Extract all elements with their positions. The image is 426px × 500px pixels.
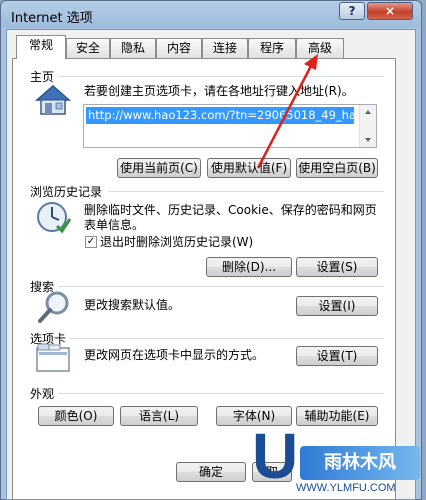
- watermark-url: WWW.YLMFU.COM: [296, 482, 396, 494]
- watermark-u-glyph: U: [252, 420, 299, 492]
- divider: [70, 338, 384, 339]
- delete-on-exit-checkbox[interactable]: ✓: [85, 236, 97, 248]
- tabs-window-icon: [36, 343, 70, 372]
- use-current-button[interactable]: 使用当前页(C): [117, 158, 201, 178]
- tab-security[interactable]: 安全: [66, 38, 110, 58]
- tab-content[interactable]: 内容: [156, 38, 202, 58]
- home-url-text: http://www.hao123.com/?tn=29065018_49_ha…: [86, 107, 354, 124]
- watermark-logo: 雨林木风: [300, 446, 420, 480]
- search-description: 更改搜索默认值。: [84, 298, 181, 312]
- divider: [58, 286, 384, 287]
- languages-button[interactable]: 语言(L): [120, 406, 198, 426]
- house-icon: [35, 85, 71, 115]
- divider: [108, 191, 384, 192]
- close-button[interactable]: ×: [367, 2, 413, 20]
- home-heading: 主页: [30, 70, 55, 84]
- history-clock-icon: [37, 202, 71, 234]
- accessibility-button[interactable]: 辅助功能(E): [296, 406, 378, 426]
- magnifier-icon: [38, 291, 69, 323]
- search-settings-button[interactable]: 设置(I): [296, 296, 378, 316]
- tab-advanced[interactable]: 高级: [296, 38, 344, 58]
- history-heading: 浏览历史记录: [30, 185, 103, 199]
- tab-general[interactable]: 常规: [16, 35, 66, 59]
- history-settings-button[interactable]: 设置(S): [296, 257, 378, 277]
- use-default-button[interactable]: 使用默认值(F): [207, 158, 291, 178]
- tabs-description: 更改网页在选项卡中显示的方式。: [84, 348, 265, 362]
- history-description-line2: 表单信息。: [84, 218, 145, 232]
- delete-history-button[interactable]: 删除(D)...: [206, 257, 292, 277]
- history-description-line1: 删除临时文件、历史记录、Cookie、保存的密码和网页: [84, 203, 377, 217]
- tabs-settings-button[interactable]: 设置(T): [296, 346, 378, 366]
- home-url-textarea[interactable]: http://www.hao123.com/?tn=29065018_49_ha…: [83, 104, 377, 148]
- colors-button[interactable]: 颜色(O): [38, 406, 114, 426]
- divider: [58, 393, 384, 394]
- help-button[interactable]: ?: [339, 2, 365, 20]
- window-title: Internet 选项: [11, 11, 93, 26]
- delete-on-exit-label[interactable]: 退出时删除浏览历史记录(W): [100, 235, 253, 250]
- scroll-arrows-icon: [365, 110, 371, 142]
- tab-privacy[interactable]: 隐私: [110, 38, 156, 58]
- tab-connections[interactable]: 连接: [202, 38, 248, 58]
- divider: [58, 76, 384, 77]
- textarea-scrollbar[interactable]: [359, 105, 376, 147]
- appearance-heading: 外观: [30, 387, 55, 401]
- home-description: 若要创建主页选项卡，请在各地址行键入地址(R)。: [84, 84, 354, 98]
- use-blank-button[interactable]: 使用空白页(B): [296, 158, 378, 178]
- tab-programs[interactable]: 程序: [248, 38, 296, 58]
- ok-button[interactable]: 确定: [176, 462, 246, 482]
